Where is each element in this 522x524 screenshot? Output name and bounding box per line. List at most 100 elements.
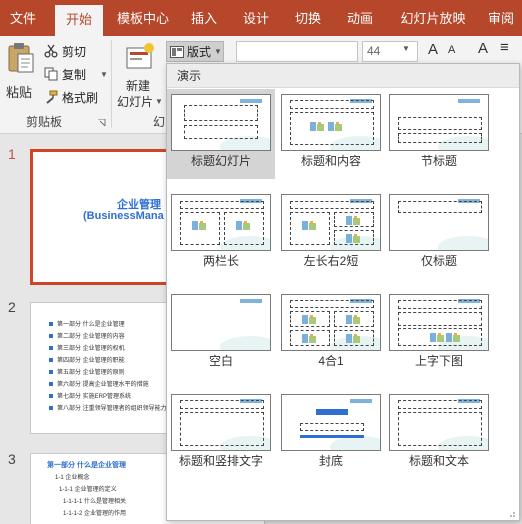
picture-placeholder-icon [236,221,250,230]
layout-option-vertical[interactable]: 标题和竖排文字 [167,389,275,479]
layout-label: 版式 [187,45,212,59]
placeholder-box [180,201,264,209]
paste-icon [8,43,34,73]
picture-placeholder-icon [346,216,360,225]
layout-option-title-only[interactable]: 仅标题 [385,189,493,279]
text-direction-icon[interactable]: ≡ [500,39,509,56]
layout-option-title[interactable]: 标题幻灯片 [167,89,275,179]
layout-option-left-long-right-two[interactable]: 左长右2短 [277,189,385,279]
layout-option-two-col[interactable]: 两栏长 [167,189,275,279]
layout-option-blank[interactable]: 空白 [167,289,275,379]
picture-placeholder-icon [328,122,342,131]
layout-label: 左长右2短 [303,254,359,268]
placeholder-box [398,201,482,213]
layout-label: 两栏长 [202,254,239,268]
placeholder-box [290,300,374,308]
placeholder-box [184,105,258,121]
layout-label: 标题和内容 [300,154,361,168]
tab-home[interactable]: 开始 [55,5,103,36]
picture-placeholder-icon [302,315,316,324]
decorative-swoosh [438,236,488,250]
paste-button[interactable]: 粘贴 [4,42,38,102]
layout-option-title-content[interactable]: 标题和内容 [277,89,385,179]
gallery-header: 演示 [167,64,519,88]
grow-font-icon[interactable]: A [428,41,438,58]
tab-design[interactable]: 设计 [234,0,278,36]
slide-number-2: 2 [8,299,16,315]
tab-slideshow[interactable]: 幻灯片放映 [390,0,476,36]
placeholder-box [398,133,482,143]
picture-placeholder-icon [346,234,360,243]
group-separator [111,40,112,128]
layout-thumbnail [389,394,489,451]
picture-placeholder-icon [346,315,360,324]
format-painter-label: 格式刷 [62,90,99,105]
slide-number-1: 1 [8,146,16,162]
layout-label: 4合1 [318,354,344,368]
placeholder-box [184,125,258,139]
picture-placeholder-icon [310,122,324,131]
dialog-launcher-icon[interactable] [98,119,106,127]
layout-thumbnail [171,394,271,451]
logo-mark [350,399,372,403]
picture-placeholder-icon [302,221,316,230]
tab-insert[interactable]: 插入 [182,0,226,36]
font-name-combo[interactable] [236,41,358,62]
layout-option-text-top-pic-bottom[interactable]: 上字下图 [385,289,493,379]
layout-thumbnail [281,94,381,151]
layout-option-back-cover[interactable]: 封底 [277,389,385,479]
layout-option-title-text[interactable]: 标题和文本 [385,389,493,479]
layout-option-section[interactable]: 节标题 [385,89,493,179]
layout-button[interactable]: 版式 ▼ [166,41,224,62]
copy-dropdown-icon[interactable]: ▼ [100,70,108,79]
tab-animations[interactable]: 动画 [338,0,382,36]
clear-format-icon[interactable]: A [478,40,488,57]
cut-label: 剪切 [62,44,87,59]
layout-label: 仅标题 [420,254,457,268]
tab-template-center[interactable]: 模板中心 [112,0,174,36]
layout-option-four[interactable]: 4合1 [277,289,385,379]
layout-icon [170,45,184,58]
slides-group-label: 幻 [153,115,166,129]
slide-number-3: 3 [8,451,16,467]
new-slide-icon [126,43,154,69]
layout-gallery-dropdown: 演示 标题幻灯片 标题和内容 节标题 两栏长 左长右2短 仅标题 空白 4合1 … [166,63,520,521]
logo-mark [240,299,262,303]
layout-thumbnail [171,194,271,251]
thumb1-title-2: (BusinessMana [83,210,164,222]
placeholder-box [290,201,374,209]
font-size-dropdown-icon[interactable]: ▼ [402,44,410,53]
cut-button[interactable]: 剪切 [44,40,86,62]
tab-file[interactable]: 文件 [0,0,46,36]
placeholder-box [290,100,374,109]
placeholder-box [398,312,482,326]
format-painter-button[interactable]: 格式刷 [44,86,98,108]
clipboard-group-label: 剪贴板 [26,115,63,129]
layout-label: 标题和竖排文字 [178,454,263,468]
layout-label: 标题和文本 [408,454,469,468]
layout-thumbnail [281,294,381,351]
placeholder-box [398,412,482,446]
resize-grip-icon[interactable] [507,509,515,517]
back-cover-banner [316,409,348,415]
copy-button[interactable]: 复制 ▼ [44,63,108,85]
scissors-icon [44,44,58,58]
layout-label: 标题幻灯片 [190,154,251,168]
placeholder-box [398,117,482,130]
decorative-swoosh [330,436,380,450]
layout-thumbnail [389,94,489,151]
new-slide-button[interactable]: 新建 幻灯片 ▼ [115,40,163,110]
picture-placeholder-icon [446,333,460,342]
layout-label: 节标题 [420,154,457,168]
logo-mark [240,99,262,103]
shrink-font-icon[interactable]: A [448,44,455,56]
tab-review[interactable]: 审阅 [480,0,522,36]
picture-placeholder-icon [430,333,444,342]
copy-label: 复制 [62,67,87,82]
font-size-value: 44 [367,44,381,58]
tab-transitions[interactable]: 切换 [286,0,330,36]
placeholder-box [180,412,264,446]
new-slide-dropdown-icon[interactable]: ▼ [155,97,163,106]
placeholder-box [398,300,482,309]
layout-thumbnail [389,294,489,351]
